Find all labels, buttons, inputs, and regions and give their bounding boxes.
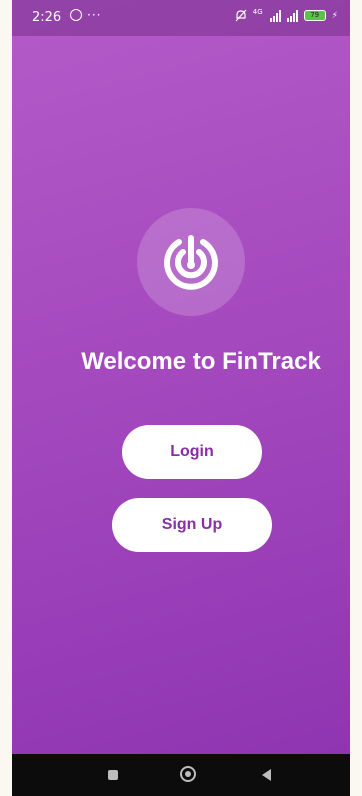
radar-icon	[164, 235, 218, 290]
status-notification-icons: ···	[70, 9, 101, 21]
welcome-title: Welcome to FinTrack	[81, 348, 321, 375]
status-time: 2:26	[32, 10, 62, 25]
status-bar: 2:26 ··· 4G 79 ⚡	[12, 0, 350, 36]
signal-icon-2	[286, 9, 298, 22]
signup-button[interactable]: Sign Up	[112, 498, 272, 552]
login-button[interactable]: Login	[122, 425, 262, 479]
back-icon[interactable]	[262, 769, 271, 781]
battery-level: 79	[310, 11, 320, 19]
navigation-bar	[12, 754, 350, 796]
more-dots-icon: ···	[87, 8, 102, 22]
battery-icon: 79	[303, 10, 326, 21]
recents-icon[interactable]	[108, 770, 118, 780]
status-system-icons: 4G 79 ⚡	[235, 9, 338, 22]
signal-icon	[269, 9, 281, 22]
home-icon[interactable]	[180, 766, 196, 782]
app-screen: 2:26 ··· 4G 79 ⚡ Welcome to FinTrack Log…	[12, 0, 350, 796]
whatsapp-icon	[70, 9, 82, 21]
app-logo	[137, 208, 245, 316]
network-type: 4G	[252, 8, 263, 16]
bell-off-icon	[235, 9, 247, 22]
charging-icon: ⚡	[331, 10, 338, 21]
